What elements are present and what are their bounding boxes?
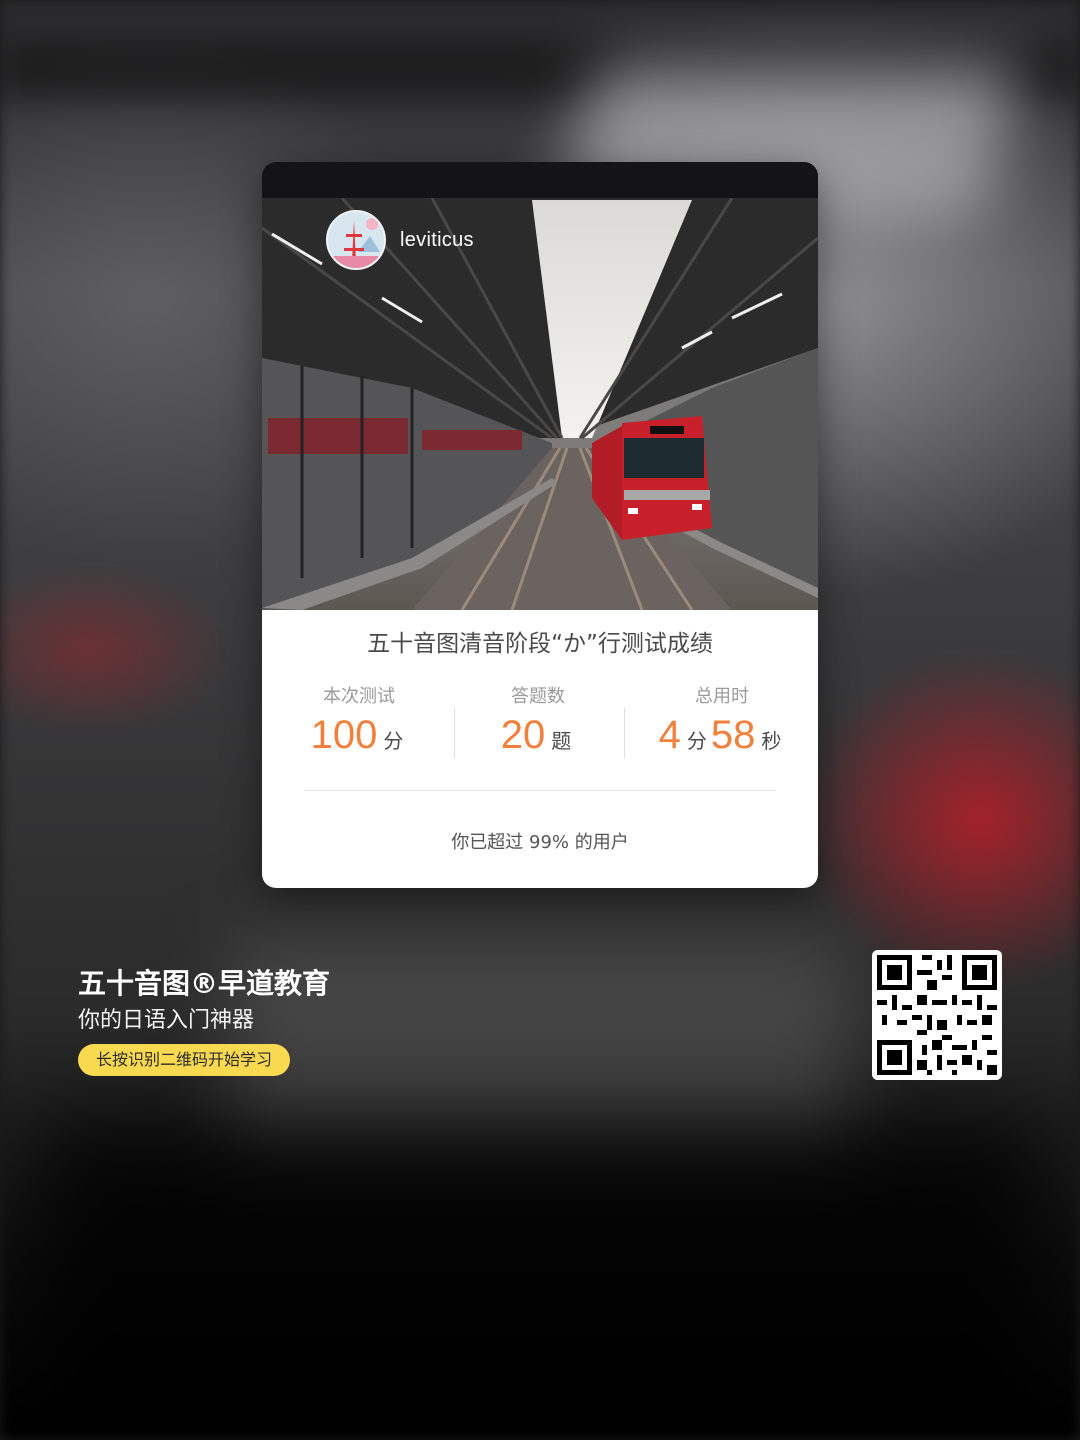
tokyo-tower-icon	[328, 212, 384, 268]
score-card: leviticus 五十音图清音阶段“か”行测试成绩 本次测试 100 分 答题数…	[262, 162, 818, 888]
qr-code-icon[interactable]	[872, 950, 1002, 1080]
stat-questions-value: 20	[500, 713, 546, 757]
stat-score: 本次测试 100 分	[308, 682, 410, 758]
stat-separator	[454, 708, 455, 758]
stats-row: 本次测试 100 分 答题数 20 题 总用时 4 分 58 秒	[262, 682, 818, 762]
stat-score-unit: 分	[383, 731, 404, 753]
stat-score-value: 100	[310, 713, 378, 757]
stat-time: 总用时 4 分 58 秒	[652, 682, 792, 758]
brand-tagline: 你的日语入门神器	[78, 1008, 255, 1033]
avatar[interactable]	[326, 210, 386, 270]
stat-time-minutes: 4	[658, 713, 681, 757]
username: leviticus	[400, 228, 474, 251]
station-photo: leviticus	[262, 162, 818, 610]
stat-questions-unit: 题	[551, 731, 572, 753]
divider	[304, 790, 776, 791]
stat-questions: 答题数 20 题	[488, 682, 588, 758]
stat-separator	[624, 708, 625, 758]
stat-time-label: 总用时	[695, 686, 749, 707]
percentile-text: 你已超过 99% 的用户	[451, 832, 629, 853]
stat-time-min-unit: 分	[686, 731, 707, 753]
card-title: 五十音图清音阶段“か”行测试成绩	[367, 631, 713, 657]
stat-questions-label: 答题数	[511, 686, 565, 707]
stat-time-sec-unit: 秒	[761, 731, 782, 753]
cta-badge[interactable]: 长按识别二维码开始学习	[78, 1044, 291, 1076]
stat-time-seconds: 58	[710, 713, 756, 757]
stat-score-label: 本次测试	[323, 686, 395, 707]
brand-name: 五十音图®早道教育	[78, 967, 331, 1000]
